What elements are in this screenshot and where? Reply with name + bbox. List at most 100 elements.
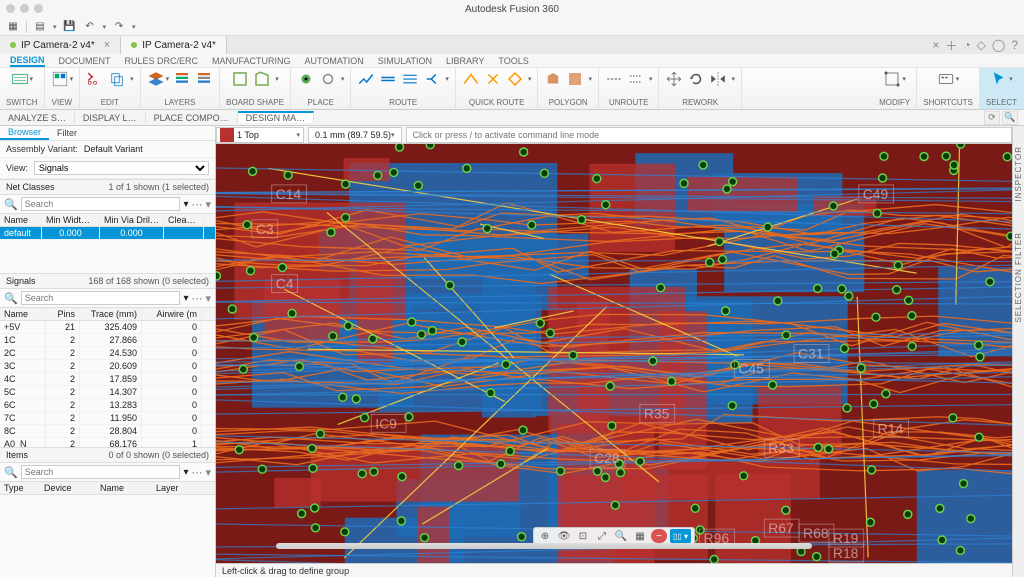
- zoom-icon[interactable]: 🔍: [613, 529, 629, 543]
- col-airwire[interactable]: Airwire (m: [142, 308, 202, 320]
- more-icon[interactable]: ⋯: [191, 292, 202, 305]
- cut-button[interactable]: [86, 70, 104, 88]
- table-row[interactable]: 8C228.8040: [0, 425, 215, 438]
- tab-display[interactable]: DISPLAY L…: [75, 113, 146, 123]
- col-trace[interactable]: Trace (mm): [80, 308, 142, 320]
- table-row[interactable]: 5C214.3070: [0, 386, 215, 399]
- place-hole-button[interactable]: [319, 70, 337, 88]
- ws-tab-design[interactable]: DESIGN: [10, 55, 45, 67]
- more-icon[interactable]: ⋯: [191, 466, 202, 479]
- col-name[interactable]: Name: [0, 214, 42, 226]
- save-icon[interactable]: 💾: [63, 20, 77, 34]
- polygon-button[interactable]: [544, 70, 562, 88]
- col-min-width[interactable]: Min Width (mm): [42, 214, 100, 226]
- command-input[interactable]: [406, 127, 1012, 143]
- select-button[interactable]: ▾: [990, 70, 1013, 88]
- help-icon[interactable]: ?: [1011, 38, 1018, 52]
- col-name[interactable]: Name: [96, 482, 152, 494]
- polygon-pour-button[interactable]: [566, 70, 584, 88]
- table-row[interactable]: +5V21325.4090: [0, 321, 215, 334]
- mirror-button[interactable]: [709, 70, 727, 88]
- close-icon[interactable]: ×: [932, 38, 939, 52]
- file-icon[interactable]: ▤: [33, 20, 47, 34]
- look-icon[interactable]: 👁: [556, 529, 572, 543]
- search-icon[interactable]: 🔍: [1002, 111, 1018, 125]
- outline-button[interactable]: [231, 70, 249, 88]
- ws-tab-manufacturing[interactable]: MANUFACTURING: [212, 56, 291, 66]
- file-tab-0[interactable]: IP Camera-2 v4* ×: [0, 36, 121, 54]
- diff-pair-button[interactable]: [379, 70, 397, 88]
- fanout-button[interactable]: [423, 70, 441, 88]
- user-icon[interactable]: ◯: [992, 38, 1005, 52]
- dropdown-icon[interactable]: ▾: [183, 199, 188, 210]
- ws-tab-automation[interactable]: AUTOMATION: [305, 56, 364, 66]
- refresh-icon[interactable]: ⟳: [984, 111, 1000, 125]
- pcb-canvas[interactable]: IC9C14C3C4C28C45C31R35R14R67R19R18C49R33…: [216, 144, 1012, 563]
- tab-place-components[interactable]: PLACE COMPO…: [146, 113, 238, 123]
- items-search-input[interactable]: [21, 465, 181, 479]
- close-icon[interactable]: ×: [104, 39, 110, 51]
- file-tab-1[interactable]: IP Camera-2 v4*: [121, 36, 227, 54]
- layer-vis-button[interactable]: [195, 70, 213, 88]
- col-min-via-drill[interactable]: Min Via Drill (mm): [100, 214, 164, 226]
- add-icon[interactable]: ▾: [205, 198, 211, 211]
- ws-tab-document[interactable]: DOCUMENT: [59, 56, 111, 66]
- place-via-button[interactable]: [297, 70, 315, 88]
- layer-stack-button[interactable]: [173, 70, 191, 88]
- table-row[interactable]: A0_N268.1761: [0, 438, 215, 447]
- add-icon[interactable]: ▾: [205, 292, 211, 305]
- col-pins[interactable]: Pins: [46, 308, 80, 320]
- quickroute3-button[interactable]: [506, 70, 524, 88]
- table-row[interactable]: 2C224.5300: [0, 347, 215, 360]
- table-row[interactable]: 7C211.9500: [0, 412, 215, 425]
- col-layer[interactable]: Layer: [152, 482, 202, 494]
- tab-analyze[interactable]: ANALYZE S…: [0, 113, 75, 123]
- route-multi-button[interactable]: [401, 70, 419, 88]
- grid-readout[interactable]: 0.1 mm (89.7 59.5) ▾: [308, 127, 402, 143]
- unroute-button[interactable]: [605, 70, 623, 88]
- net-classes-search-input[interactable]: [21, 197, 181, 211]
- shortcuts-button[interactable]: ▾: [937, 70, 960, 88]
- ws-tab-simulation[interactable]: SIMULATION: [378, 56, 432, 66]
- table-row[interactable]: 4C217.8590: [0, 373, 215, 386]
- route-button[interactable]: [357, 70, 375, 88]
- quickroute2-button[interactable]: [484, 70, 502, 88]
- copy-button[interactable]: [108, 70, 126, 88]
- zoom-fit-icon[interactable]: ⤢: [594, 529, 610, 543]
- ripup-button[interactable]: [627, 70, 645, 88]
- table-row[interactable]: 1C227.8660: [0, 334, 215, 347]
- new-tab-icon[interactable]: ＋: [945, 37, 957, 54]
- switch-button[interactable]: ▾: [11, 70, 34, 88]
- board-poly-button[interactable]: [253, 70, 271, 88]
- extensions-icon[interactable]: ◇: [977, 38, 986, 52]
- table-row[interactable]: 3C220.6090: [0, 360, 215, 373]
- col-name[interactable]: Name: [0, 308, 46, 320]
- move-button[interactable]: [665, 70, 683, 88]
- modify-button[interactable]: ▾: [883, 70, 906, 88]
- inspector-tab[interactable]: INSPECTOR: [1014, 146, 1023, 202]
- layer-selector[interactable]: 1 Top ▾: [216, 127, 304, 143]
- col-clearance[interactable]: Clea… (m: [164, 214, 204, 226]
- filter-tab[interactable]: Filter: [49, 126, 85, 140]
- browser-tab[interactable]: Browser: [0, 126, 49, 140]
- selection-filter-tab[interactable]: SELECTION FILTER: [1014, 232, 1023, 323]
- signals-search-input[interactable]: [21, 291, 181, 305]
- view-button[interactable]: ▾: [51, 70, 74, 88]
- tab-design-manager[interactable]: DESIGN MA…: [238, 111, 315, 123]
- orbit-icon[interactable]: ⊕: [537, 529, 553, 543]
- undo-icon[interactable]: ↶: [83, 20, 97, 34]
- dropdown-icon[interactable]: ▾: [183, 467, 188, 478]
- notifications-icon[interactable]: ◔: [963, 38, 970, 52]
- table-row[interactable]: default 0.000 0.000: [0, 227, 215, 240]
- table-row[interactable]: 6C213.2830: [0, 399, 215, 412]
- add-icon[interactable]: ▾: [205, 466, 211, 479]
- col-type[interactable]: Type: [0, 482, 40, 494]
- more-icon[interactable]: ⋯: [191, 198, 202, 211]
- horizontal-scrollbar[interactable]: [276, 543, 812, 549]
- zoom-window-icon[interactable]: ⊡: [575, 529, 591, 543]
- ws-tab-library[interactable]: LIBRARY: [446, 56, 484, 66]
- grid-menu-icon[interactable]: ▦: [6, 20, 20, 34]
- zoom-out-icon[interactable]: −: [651, 529, 667, 543]
- grid-icon[interactable]: ▦: [632, 529, 648, 543]
- quickroute-button[interactable]: [462, 70, 480, 88]
